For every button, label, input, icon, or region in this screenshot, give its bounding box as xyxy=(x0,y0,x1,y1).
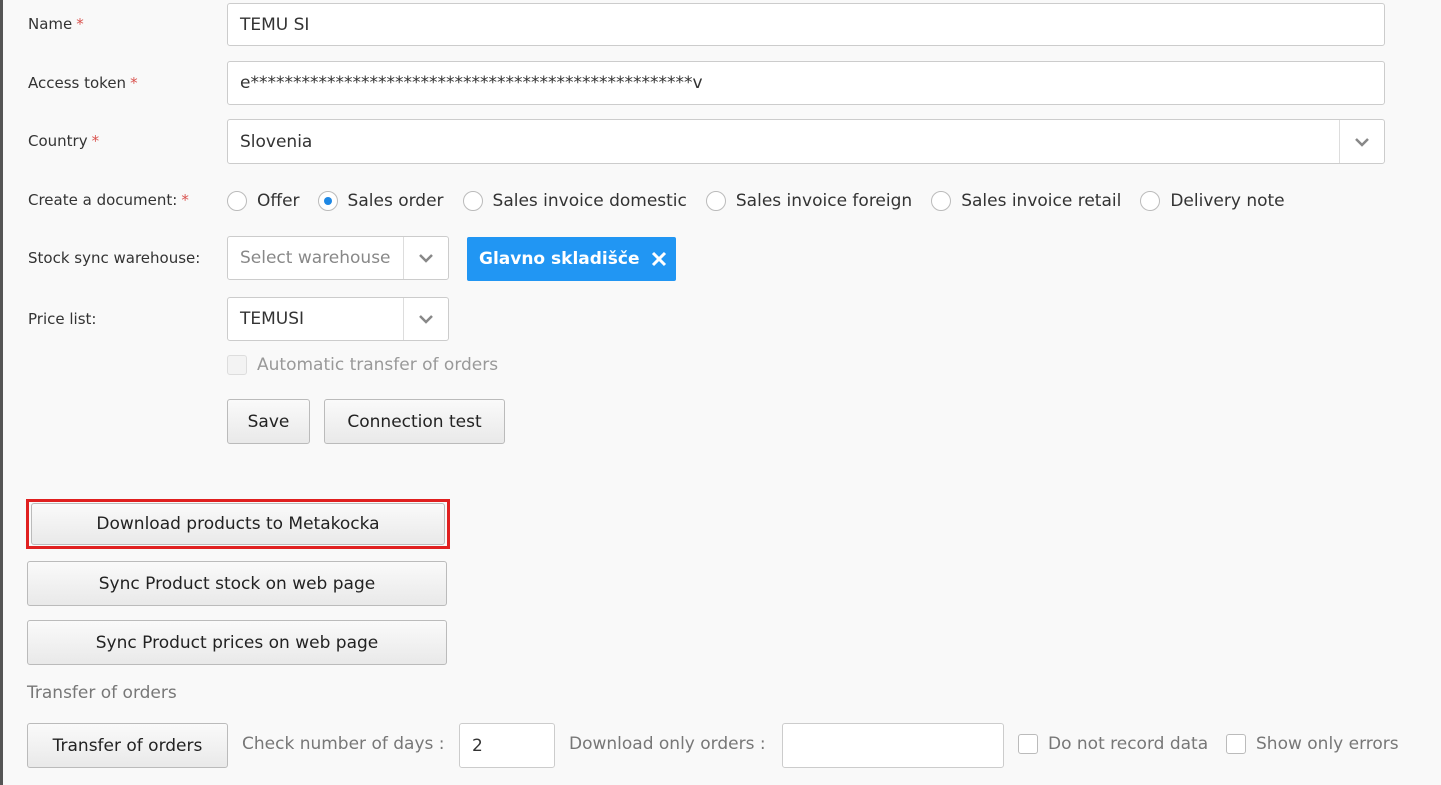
required-mark: * xyxy=(130,74,138,92)
token-label-text: Access token xyxy=(28,74,127,92)
country-label: Country * xyxy=(28,131,99,151)
chevron-down-icon[interactable] xyxy=(1339,120,1384,163)
radio-circle[interactable] xyxy=(931,191,952,211)
show-only-errors-label: Show only errors xyxy=(1256,734,1399,754)
access-token-value: e***************************************… xyxy=(240,73,703,93)
save-button[interactable]: Save xyxy=(227,399,310,444)
pricelist-label-text: Price list: xyxy=(28,310,97,328)
do-not-record-row: Do not record data xyxy=(1018,734,1208,754)
radio-circle[interactable] xyxy=(1140,191,1161,211)
document-label: Create a document: * xyxy=(28,190,189,210)
sync-prices-button[interactable]: Sync Product prices on web page xyxy=(27,620,447,665)
name-value: TEMU SI xyxy=(240,14,310,35)
connection-test-button[interactable]: Connection test xyxy=(324,399,505,444)
chevron-down-icon[interactable] xyxy=(403,298,448,340)
required-mark: * xyxy=(76,15,84,33)
warehouse-label: Stock sync warehouse: xyxy=(28,248,200,268)
warehouse-label-text: Stock sync warehouse: xyxy=(28,249,201,267)
radio-sales-order[interactable]: Sales order xyxy=(317,191,444,211)
warehouse-select[interactable]: Select warehouse xyxy=(227,236,449,280)
radio-circle[interactable] xyxy=(462,191,483,211)
download-products-button[interactable]: Download products to Metakocka xyxy=(31,503,445,545)
radio-offer[interactable]: Offer xyxy=(227,191,300,211)
radio-label: Sales invoice domestic xyxy=(492,191,687,211)
access-token-input[interactable]: e***************************************… xyxy=(227,61,1385,105)
show-only-errors-checkbox[interactable] xyxy=(1226,734,1246,754)
radio-circle-selected[interactable] xyxy=(317,191,338,211)
required-mark: * xyxy=(91,132,100,150)
radio-delivery-note[interactable]: Delivery note xyxy=(1140,191,1285,211)
download-only-input[interactable] xyxy=(782,723,1004,768)
radio-label: Sales invoice foreign xyxy=(735,191,913,211)
name-input[interactable]: TEMU SI xyxy=(227,3,1385,46)
radio-label: Delivery note xyxy=(1170,191,1285,211)
pricelist-select[interactable]: TEMUSI xyxy=(227,297,449,341)
radio-selected-dot xyxy=(323,197,332,205)
name-label-text: Name xyxy=(28,15,73,33)
document-radio-group: Offer Sales order Sales invoice domestic… xyxy=(227,189,1285,213)
left-border xyxy=(0,0,3,785)
warehouse-placeholder: Select warehouse xyxy=(240,248,391,268)
radio-circle[interactable] xyxy=(227,191,247,211)
required-mark: * xyxy=(181,191,189,209)
pricelist-label: Price list: xyxy=(28,309,96,329)
radio-label: Sales invoice retail xyxy=(961,191,1122,211)
sync-stock-button[interactable]: Sync Product stock on web page xyxy=(27,561,447,606)
radio-sales-invoice-domestic[interactable]: Sales invoice domestic xyxy=(462,191,687,211)
chevron-down-icon[interactable] xyxy=(403,237,448,279)
auto-transfer-row: Automatic transfer of orders xyxy=(227,355,498,375)
show-only-errors-row: Show only errors xyxy=(1226,734,1399,754)
days-value: 2 xyxy=(472,735,483,756)
do-not-record-label: Do not record data xyxy=(1048,734,1209,754)
auto-transfer-checkbox[interactable] xyxy=(227,355,247,375)
name-label: Name * xyxy=(28,14,84,34)
close-icon[interactable] xyxy=(651,251,667,267)
document-label-text: Create a document: xyxy=(28,191,178,209)
country-select[interactable]: Slovenia xyxy=(227,119,1385,164)
do-not-record-checkbox[interactable] xyxy=(1018,734,1038,754)
token-label: Access token * xyxy=(28,73,138,93)
transfer-orders-button[interactable]: Transfer of orders xyxy=(27,723,228,768)
radio-sales-invoice-foreign[interactable]: Sales invoice foreign xyxy=(705,191,913,211)
radio-label: Offer xyxy=(257,191,300,211)
radio-label: Sales order xyxy=(347,191,444,211)
transfer-section-title: Transfer of orders xyxy=(27,683,177,703)
days-label: Check number of days : xyxy=(242,734,445,754)
warehouse-tag-label: Glavno skladišče xyxy=(479,249,640,269)
download-only-label: Download only orders : xyxy=(569,734,766,754)
pricelist-value: TEMUSI xyxy=(240,309,305,329)
warehouse-tag: Glavno skladišče xyxy=(467,237,676,281)
days-input[interactable]: 2 xyxy=(459,723,555,768)
country-value: Slovenia xyxy=(240,131,313,152)
auto-transfer-label: Automatic transfer of orders xyxy=(257,355,499,375)
country-label-text: Country xyxy=(28,132,88,150)
radio-circle[interactable] xyxy=(705,191,726,211)
radio-sales-invoice-retail[interactable]: Sales invoice retail xyxy=(931,191,1121,211)
